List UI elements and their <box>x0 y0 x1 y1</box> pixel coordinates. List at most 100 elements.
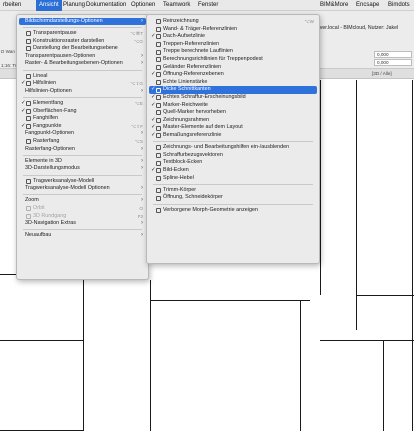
plan-line <box>356 295 414 296</box>
menu-item-grid-snap[interactable]: Rasterfang ⌥S <box>19 138 146 145</box>
image-icon <box>156 168 161 174</box>
chevron-right-icon: › <box>141 145 143 152</box>
menu-item-structural-options[interactable]: Tragwerksanalyse-Modell Optionen › <box>19 185 146 192</box>
chevron-right-icon: › <box>141 157 143 164</box>
menu-separator <box>23 194 142 196</box>
menu-item-snap-guides[interactable]: Fanghilfen <box>19 115 146 122</box>
menubar-item-ansicht[interactable]: Ansicht <box>36 0 62 11</box>
sourcemarker-icon <box>156 110 161 116</box>
submenu-item-marker-range[interactable]: ✓ Marker-Reichweite <box>149 102 317 109</box>
submenu-item-stair-ref[interactable]: Treppen-Referenzlinien <box>149 41 317 48</box>
snap-icon <box>26 101 31 107</box>
structure-icon <box>26 178 31 184</box>
submenu-item-opening-ref[interactable]: ✓ Öffnung-Referenzebenen <box>149 71 317 78</box>
plan-line <box>320 340 414 341</box>
gridsnap-icon <box>26 139 31 145</box>
menu-item-guides[interactable]: ✓ Hilfslinien ⌥⇧G <box>19 80 146 87</box>
menu-item-grid-options[interactable]: Raster- & Bearbeitungsebenen-Optionen › <box>19 60 146 67</box>
submenu-item-true-hatch[interactable]: ✓ Echtes Schraffur-Erscheinungsbild <box>149 94 317 101</box>
menu-item-guide-options[interactable]: Hilfslinien-Optionen › <box>19 88 146 95</box>
points-icon <box>26 124 31 130</box>
toolbar-tag-a: D Wan <box>1 49 15 54</box>
submenu-item-roof-pivot[interactable]: ✓ Dach-Aufsetzlinie <box>149 33 317 40</box>
menu-item-grid[interactable]: Konstruktionsraster darstellen ⌥G <box>19 38 146 45</box>
submenu-item-dimension-ref[interactable]: ✓ Bemaßungsreferenzlinie <box>149 132 317 139</box>
plan-line <box>150 280 151 431</box>
menu-item-display-options[interactable]: Bildschirmdarstellungs-Optionen › <box>19 18 146 26</box>
lineweight-icon <box>156 80 161 86</box>
checkmark-icon: ✓ <box>151 71 156 78</box>
menu-item-edit-plane[interactable]: Darstellung der Bearbeitungsebene <box>19 45 146 52</box>
menu-separator <box>23 154 142 156</box>
submenu-item-opening-cut-body[interactable]: Öffnung, Schneidekörper <box>149 194 317 201</box>
menu-item-surface-snap[interactable]: ✓ Oberflächen-Fang <box>19 108 146 115</box>
menubar-item-bimmore[interactable]: BIM&More <box>317 0 351 11</box>
menu-separator <box>153 203 313 205</box>
chevron-right-icon: › <box>141 18 143 24</box>
chevron-right-icon: › <box>141 185 143 192</box>
coord-field-b[interactable]: 0,000 <box>374 59 412 66</box>
checkmark-icon: ✓ <box>21 100 26 106</box>
menu-item-ruler[interactable]: Lineal <box>19 73 146 80</box>
submenu-item-clean-art[interactable]: Reinzeichnung ⌥W <box>149 18 317 25</box>
frame-icon <box>156 118 161 124</box>
display-options-submenu: Reinzeichnung ⌥W Wand- & Träger-Referenz… <box>146 14 320 264</box>
submenu-item-drawing-frame[interactable]: ✓ Zeichnungsrahmen <box>149 117 317 124</box>
menu-item-trace-options[interactable]: Transparentpausen-Optionen › <box>19 53 146 60</box>
submenu-item-source-marker[interactable]: Quell-Marker hervorheben <box>149 109 317 116</box>
view-label[interactable]: [3D / Alle] <box>372 71 392 76</box>
plan-line <box>320 80 321 295</box>
menu-item-element-snap[interactable]: ✓ Elementfang ⌥E <box>19 100 146 107</box>
aids-icon <box>156 145 161 151</box>
submenu-item-spline-handles[interactable]: Spline-Hebel <box>149 175 317 182</box>
view-menu: Bildschirmdarstellungs-Optionen › Transp… <box>16 14 149 280</box>
cutbody-icon <box>156 195 161 201</box>
submenu-item-master-elements[interactable]: ✓ Master-Elemente auf dem Layout <box>149 124 317 131</box>
morph-icon <box>156 207 161 213</box>
submenu-item-wall-ref[interactable]: Wand- & Träger-Referenzlinien <box>149 26 317 33</box>
menu-item-structural-model[interactable]: Tragwerksanalyse-Modell <box>19 178 146 185</box>
plan-line <box>0 274 16 275</box>
plan-line <box>150 300 310 301</box>
submenu-item-true-lineweight[interactable]: Echte Linienstärke <box>149 79 317 86</box>
menu-item-trace[interactable]: Transparentpause ⌥⌘T <box>19 30 146 37</box>
menu-bar: rbeiten Ansicht Planung Dokumentation Op… <box>0 0 414 11</box>
menu-separator <box>23 69 142 71</box>
chevron-right-icon: › <box>141 232 143 239</box>
submenu-item-stair-walkline[interactable]: Treppe berechnete Lauflinien <box>149 48 317 55</box>
menu-item-walk[interactable]: 3D Rundgang F3 <box>19 213 146 220</box>
menu-item-3d-nav-extras[interactable]: 3D-Navigation Extras › <box>19 220 146 227</box>
menubar-item-optionen[interactable]: Optionen <box>128 0 158 11</box>
snaphelp-icon <box>26 116 31 122</box>
submenu-item-railing-ref[interactable]: Geländer Referenzlinien <box>149 64 317 71</box>
submenu-item-image-corners[interactable]: ✓ Bild-Ecken <box>149 167 317 174</box>
submenu-item-textblock-corners[interactable]: Textblock-Ecken <box>149 159 317 166</box>
plan-line <box>83 280 84 431</box>
menu-item-snap-points[interactable]: ✓ Fangpunkte ⌥⇧F <box>19 123 146 130</box>
menu-item-rebuild[interactable]: Neuaufbau › <box>19 232 146 239</box>
submenu-item-hidden-morph[interactable]: Verborgene Morph-Geometrie anzeigen <box>149 207 317 214</box>
vector-icon <box>156 153 161 159</box>
wallref-icon <box>156 26 161 32</box>
menu-item-snap-point-options[interactable]: Fangpunkt-Optionen › <box>19 130 146 137</box>
menubar-item-enscape[interactable]: Encsape <box>353 0 382 11</box>
menu-item-elements-3d[interactable]: Elemente in 3D › <box>19 158 146 165</box>
menu-item-grid-snap-options[interactable]: Rasterfang-Optionen › <box>19 146 146 153</box>
submenu-item-drawing-aids[interactable]: Zeichnungs- und Bearbeitungshilfen ein-/… <box>149 144 317 151</box>
menu-item-3d-mode[interactable]: 3D-Darstellungsmodus › <box>19 165 146 172</box>
menubar-item-bearbeiten[interactable]: rbeiten <box>0 0 24 11</box>
menu-item-orbit[interactable]: Orbit O <box>19 205 146 212</box>
submenu-item-thick-cut[interactable]: ✓ Dicke Schnittkanten <box>149 86 317 94</box>
menubar-item-teamwork[interactable]: Teamwork <box>160 0 193 11</box>
submenu-item-landing-rules[interactable]: Berechnungsrichtlinien für Treppenpodest <box>149 56 317 63</box>
menubar-item-bimdots[interactable]: Bimdots <box>385 0 413 11</box>
checkmark-icon: ✓ <box>151 101 156 108</box>
menubar-item-dokumentation[interactable]: Dokumentation <box>83 0 129 11</box>
menubar-item-fenster[interactable]: Fenster <box>195 0 221 11</box>
coord-field-a[interactable]: 0,000 <box>374 51 412 58</box>
chevron-right-icon: › <box>141 165 143 172</box>
menu-item-zoom[interactable]: Zoom › <box>19 197 146 204</box>
chevron-right-icon: › <box>141 130 143 137</box>
surface-icon <box>26 108 31 114</box>
submenu-item-hatch-vectors[interactable]: Schraffurbezugsvektoren <box>149 152 317 159</box>
